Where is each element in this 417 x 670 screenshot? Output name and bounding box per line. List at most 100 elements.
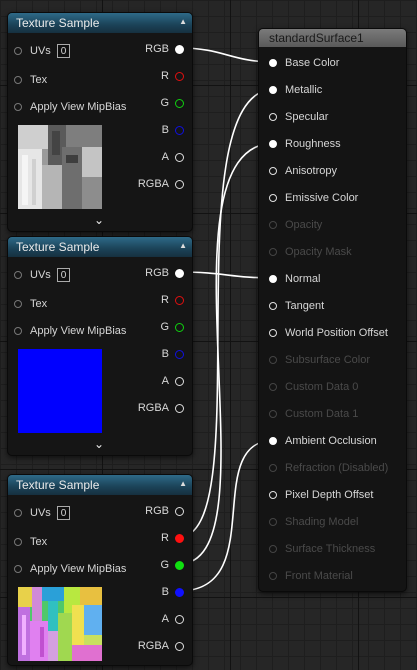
output-r[interactable]: R: [161, 528, 184, 548]
input-anisotropy[interactable]: Anisotropy: [269, 161, 337, 181]
input-pin-icon[interactable]: [269, 167, 277, 175]
input-pin-icon[interactable]: [14, 565, 22, 573]
node-title: Texture Sample: [16, 16, 100, 30]
input-pin-icon[interactable]: [269, 113, 277, 121]
input-pin-icon[interactable]: [269, 329, 277, 337]
output-pin-icon[interactable]: [175, 533, 184, 543]
input-pin-icon[interactable]: [269, 194, 277, 202]
output-pin-icon[interactable]: [175, 349, 184, 359]
output-rgba[interactable]: RGBA: [138, 636, 184, 656]
input-pin-icon[interactable]: [14, 300, 22, 308]
output-b[interactable]: B: [162, 582, 184, 602]
input-pin-icon[interactable]: [14, 271, 22, 279]
texture-sample-node-2[interactable]: Texture Sample UVs 0 Tex Apply View MipB…: [7, 236, 193, 456]
input-normal[interactable]: Normal: [269, 269, 320, 289]
input-pin-icon[interactable]: [269, 86, 277, 94]
input-label: Custom Data 0: [285, 381, 359, 393]
output-pin-icon[interactable]: [175, 560, 184, 570]
output-rgb[interactable]: RGB: [145, 39, 184, 59]
input-pin-icon[interactable]: [14, 103, 22, 111]
input-pin-icon[interactable]: [269, 59, 277, 67]
expand-chevron-icon[interactable]: ⌄: [94, 437, 104, 451]
output-a[interactable]: A: [162, 371, 184, 391]
output-pin-icon[interactable]: [175, 71, 184, 81]
output-b[interactable]: B: [162, 120, 184, 140]
output-pin-icon[interactable]: [175, 295, 184, 305]
output-pin-icon[interactable]: [175, 587, 184, 597]
node-header[interactable]: standardSurface1: [259, 29, 406, 47]
output-a[interactable]: A: [162, 609, 184, 629]
output-pin-icon[interactable]: [175, 322, 184, 332]
input-pin-icon[interactable]: [269, 302, 277, 310]
mipbias-input-row[interactable]: Apply View MipBias: [14, 321, 126, 341]
output-rgb[interactable]: RGB: [145, 501, 184, 521]
output-pin-icon[interactable]: [175, 403, 184, 413]
output-pin-icon[interactable]: [175, 376, 184, 386]
output-rgb[interactable]: RGB: [145, 263, 184, 283]
input-world-position-offset[interactable]: World Position Offset: [269, 323, 388, 343]
output-g[interactable]: G: [160, 317, 184, 337]
mipbias-input-row[interactable]: Apply View MipBias: [14, 97, 126, 117]
input-specular[interactable]: Specular: [269, 107, 328, 127]
output-g[interactable]: G: [160, 555, 184, 575]
input-ambient-occlusion[interactable]: Ambient Occlusion: [269, 431, 377, 451]
output-pin-icon[interactable]: [175, 179, 184, 189]
input-pin-icon[interactable]: [14, 47, 22, 55]
input-pin-icon[interactable]: [14, 76, 22, 84]
output-pin-icon[interactable]: [175, 641, 184, 651]
uvs-input-row[interactable]: UVs 0: [14, 503, 71, 523]
standard-surface-node[interactable]: standardSurface1 Base Color Metallic Spe…: [258, 28, 407, 592]
input-pin-icon[interactable]: [14, 327, 22, 335]
output-a[interactable]: A: [162, 147, 184, 167]
tex-input-row[interactable]: Tex: [14, 70, 47, 90]
input-label: Anisotropy: [285, 165, 337, 177]
input-pin-icon[interactable]: [269, 437, 277, 445]
input-refraction: Refraction (Disabled): [269, 458, 388, 478]
input-tangent[interactable]: Tangent: [269, 296, 324, 316]
output-rgba[interactable]: RGBA: [138, 174, 184, 194]
input-metallic[interactable]: Metallic: [269, 80, 322, 100]
input-roughness[interactable]: Roughness: [269, 134, 341, 154]
input-pin-icon[interactable]: [14, 538, 22, 546]
output-label: RGB: [145, 505, 169, 517]
texture-sample-node-1[interactable]: Texture Sample UVs 0 Tex Apply View MipB…: [7, 12, 193, 232]
input-pin-icon[interactable]: [269, 491, 277, 499]
collapse-chevron-icon[interactable]: [179, 16, 187, 27]
uvs-input-row[interactable]: UVs 0: [14, 41, 71, 61]
output-pin-icon[interactable]: [175, 125, 184, 135]
output-rgba[interactable]: RGBA: [138, 398, 184, 418]
collapse-chevron-icon[interactable]: [179, 478, 187, 489]
input-label: Specular: [285, 111, 329, 123]
output-pin-icon[interactable]: [175, 152, 184, 162]
uvs-input-row[interactable]: UVs 0: [14, 265, 71, 285]
output-pin-icon[interactable]: [175, 44, 184, 54]
input-pin-icon[interactable]: [269, 140, 277, 148]
expand-chevron-icon[interactable]: ⌄: [94, 213, 104, 227]
input-pin-icon[interactable]: [269, 275, 277, 283]
node-header[interactable]: Texture Sample: [8, 475, 192, 495]
input-emissive-color[interactable]: Emissive Color: [269, 188, 358, 208]
input-pixel-depth-offset[interactable]: Pixel Depth Offset: [269, 485, 373, 505]
output-pin-icon[interactable]: [175, 98, 184, 108]
mipbias-input-row[interactable]: Apply View MipBias: [14, 559, 126, 579]
input-base-color[interactable]: Base Color: [269, 53, 339, 73]
output-pin-icon[interactable]: [175, 268, 184, 278]
output-pin-icon[interactable]: [175, 506, 184, 516]
output-r[interactable]: R: [161, 290, 184, 310]
collapse-chevron-icon[interactable]: [179, 240, 187, 251]
node-header[interactable]: Texture Sample: [8, 237, 192, 257]
node-header[interactable]: Texture Sample: [8, 13, 192, 33]
output-g[interactable]: G: [160, 93, 184, 113]
input-pin-icon[interactable]: [14, 509, 22, 517]
texture-sample-node-3[interactable]: Texture Sample UVs 0 Tex Apply View MipB…: [7, 474, 193, 666]
output-b[interactable]: B: [162, 344, 184, 364]
output-pin-icon[interactable]: [175, 614, 184, 624]
uvs-value-field[interactable]: 0: [56, 506, 71, 520]
uvs-value-field[interactable]: 0: [56, 44, 71, 58]
output-r[interactable]: R: [161, 66, 184, 86]
uvs-value-field[interactable]: 0: [56, 268, 71, 282]
tex-input-row[interactable]: Tex: [14, 532, 47, 552]
node-title: standardSurface1: [269, 31, 364, 45]
output-label: B: [161, 586, 169, 598]
tex-input-row[interactable]: Tex: [14, 294, 47, 314]
